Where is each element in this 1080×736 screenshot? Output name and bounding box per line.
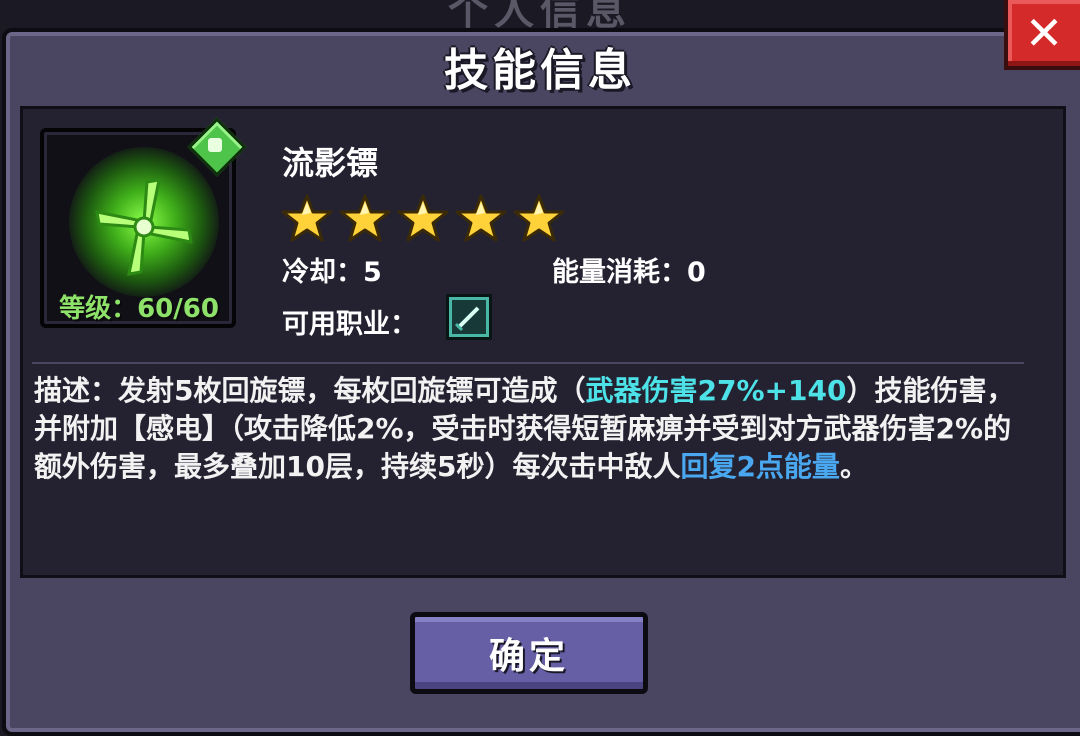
cooldown-stat: 冷却：5 [282,250,382,289]
star-icon [281,194,333,242]
star-icon [455,194,507,242]
cooldown-label: 冷却： [282,257,363,288]
weapon-damage-highlight: 武器伤害27%+140 [585,374,847,407]
star-icon [397,194,449,242]
close-icon: ✕ [1024,6,1064,60]
skill-description: 描述：发射5枚回旋镖，每枚回旋镖可造成（武器伤害27%+140）技能伤害，并附加… [34,372,1019,486]
confirm-button[interactable]: 确定 [410,612,648,694]
description-end: 。 [839,450,868,483]
confirm-label: 确定 [488,636,569,677]
energy-cost-stat: 能量消耗：0 [552,250,706,289]
skill-level: 等级：60/60 [59,294,219,324]
class-label: 可用职业： [282,309,417,340]
description-text: 描述：发射5枚回旋镖，每枚回旋镖可造成（ [34,374,586,407]
dialog-title: 技能信息 [444,45,636,96]
energy-cost-value: 0 [687,257,706,288]
sword-class-icon[interactable] [446,294,492,340]
star-icon [513,194,565,242]
cooldown-value: 5 [363,257,382,288]
star-icon [339,194,391,242]
energy-restore-highlight: 回复2点能量 [680,450,840,483]
gem-badge-icon [208,138,222,152]
green-swirl-shuriken-icon [95,178,193,276]
close-button[interactable]: ✕ [1004,0,1080,70]
energy-cost-label: 能量消耗： [552,257,687,288]
skill-name: 流影镖 [282,144,379,182]
star-rating [280,193,566,243]
section-divider [32,362,1024,364]
